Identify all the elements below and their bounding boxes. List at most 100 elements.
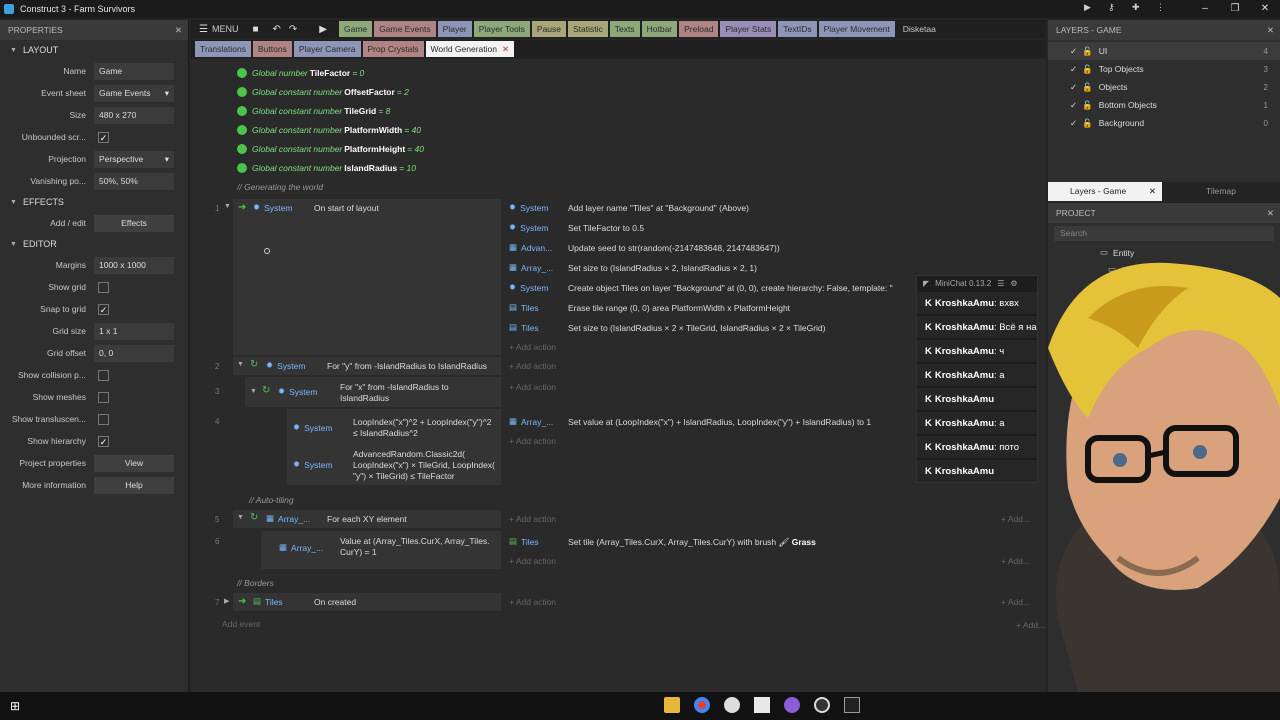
- layer-item[interactable]: ✓ 🔓 Objects 2: [1048, 78, 1280, 96]
- file-explorer-icon[interactable]: [664, 697, 680, 713]
- lock-icon[interactable]: 🔓: [1082, 118, 1093, 129]
- property-input[interactable]: Game: [94, 62, 174, 80]
- tabs-overflow[interactable]: Disketaa: [903, 24, 936, 34]
- sheet-tab[interactable]: Player Stats: [720, 21, 777, 37]
- collapse-icon[interactable]: ▼: [224, 203, 231, 210]
- global-variable[interactable]: Global constant number OffsetFactor = 2: [191, 82, 1046, 101]
- lock-icon[interactable]: 🔓: [1082, 64, 1093, 75]
- lock-icon[interactable]: 🔓: [1082, 100, 1093, 111]
- add-action-link[interactable]: + Add action: [509, 382, 556, 392]
- sheet-tab[interactable]: Translations: [195, 41, 251, 57]
- property-checkbox[interactable]: [98, 369, 109, 381]
- global-variable[interactable]: Global constant number TileGrid = 8: [191, 101, 1046, 120]
- close-icon[interactable]: ✕: [502, 44, 509, 54]
- project-search-input[interactable]: Search: [1054, 226, 1274, 241]
- sheet-tab[interactable]: Game: [339, 21, 373, 37]
- add-action-link[interactable]: + Add action: [509, 436, 556, 446]
- close-icon[interactable]: ✕: [1250, 0, 1280, 18]
- sheet-tab[interactable]: Game Events: [374, 21, 436, 37]
- property-checkbox[interactable]: ✓: [98, 131, 109, 143]
- property-checkbox[interactable]: [98, 391, 109, 403]
- property-select[interactable]: Game Events ▾: [94, 84, 174, 102]
- event-block[interactable]: 2 ▼ ↻ ✹ System For "y" from -IslandRadius…: [191, 357, 1040, 487]
- redo-icon[interactable]: ↷: [289, 24, 297, 35]
- sheet-tab-active[interactable]: World Generation ✕: [425, 41, 515, 57]
- add-action-link[interactable]: + Add action: [509, 342, 556, 352]
- obs-icon[interactable]: [814, 697, 830, 713]
- menu-icon[interactable]: ☰: [199, 24, 208, 35]
- layer-item[interactable]: ✓ 🔓 Top Objects 3: [1048, 60, 1280, 78]
- minimize-icon[interactable]: –: [1190, 0, 1220, 18]
- add-subevent-link[interactable]: + Add...: [1016, 620, 1045, 630]
- global-variable[interactable]: Global constant number IslandRadius = 10: [191, 158, 1046, 177]
- layer-item[interactable]: ✓ 🔓 UI 4: [1048, 42, 1280, 60]
- sheet-tab[interactable]: Pause: [531, 21, 567, 37]
- gear-icon[interactable]: ⚙: [1010, 279, 1017, 288]
- close-icon[interactable]: ✕: [175, 25, 182, 36]
- sheet-tab[interactable]: Texts: [609, 21, 640, 37]
- add-subevent-link[interactable]: + Add...: [1001, 514, 1030, 524]
- tab-layers[interactable]: Layers - Game ✕: [1048, 182, 1162, 201]
- expand-icon[interactable]: ▶: [224, 597, 229, 605]
- sheet-tab[interactable]: Player: [437, 21, 472, 37]
- add-subevent-link[interactable]: + Add...: [1001, 597, 1030, 607]
- add-action-link[interactable]: + Add action: [509, 556, 556, 566]
- layout-section[interactable]: ▼ LAYOUT: [0, 40, 188, 60]
- sheet-tab[interactable]: Player Camera: [293, 41, 361, 57]
- property-checkbox[interactable]: [98, 413, 109, 425]
- add-action-link[interactable]: + Add action: [509, 597, 556, 607]
- sheet-tab[interactable]: TextIDs: [778, 21, 817, 37]
- collapse-icon[interactable]: ▼: [237, 361, 244, 368]
- terminal-icon[interactable]: [844, 697, 860, 713]
- editor-section[interactable]: ▼ EDITOR: [0, 234, 188, 254]
- puzzle-icon[interactable]: ✚: [1132, 2, 1156, 13]
- add-action-link[interactable]: + Add action: [509, 514, 556, 524]
- visibility-checkbox[interactable]: ✓: [1070, 82, 1077, 93]
- sheet-tab[interactable]: Hotbar: [641, 21, 678, 37]
- comment[interactable]: // Generating the world: [191, 177, 1046, 196]
- visibility-checkbox[interactable]: ✓: [1070, 118, 1077, 129]
- notepad-icon[interactable]: [754, 697, 770, 713]
- more-icon[interactable]: ⋮: [1156, 2, 1180, 13]
- play-icon[interactable]: ▶: [1084, 2, 1108, 13]
- event-block[interactable]: 5 ▼ ↻ ▦ Array_... For each XY element + A…: [191, 510, 1040, 572]
- save-icon[interactable]: ■: [252, 24, 258, 35]
- property-input[interactable]: 0, 0: [94, 344, 174, 362]
- menu-icon[interactable]: ☰: [997, 279, 1004, 288]
- property-button[interactable]: Help: [94, 476, 174, 494]
- sheet-tab[interactable]: Player Tools: [473, 21, 530, 37]
- close-icon[interactable]: ✕: [1267, 25, 1274, 36]
- property-select[interactable]: Perspective ▾: [94, 150, 174, 168]
- property-checkbox[interactable]: [98, 281, 109, 293]
- effects-button[interactable]: Effects: [94, 214, 174, 232]
- visibility-checkbox[interactable]: ✓: [1070, 46, 1077, 57]
- property-input[interactable]: 480 x 270: [94, 106, 174, 124]
- property-checkbox[interactable]: ✓: [98, 303, 109, 315]
- global-variable[interactable]: Global number TileFactor = 0: [191, 63, 1046, 82]
- close-icon[interactable]: ✕: [1149, 182, 1156, 201]
- global-variable[interactable]: Global constant number PlatformHeight = 40: [191, 139, 1046, 158]
- menu-button[interactable]: MENU: [212, 24, 239, 34]
- property-input[interactable]: 1000 x 1000: [94, 256, 174, 274]
- sheet-tab[interactable]: Prop Crystals: [362, 41, 424, 57]
- tab-tilemap[interactable]: Tilemap: [1162, 182, 1280, 201]
- undo-icon[interactable]: ↶: [273, 24, 281, 35]
- key-icon[interactable]: ⚷: [1108, 2, 1132, 13]
- add-event-link[interactable]: Add event: [222, 619, 260, 629]
- github-icon[interactable]: [784, 697, 800, 713]
- play-icon[interactable]: ▶: [319, 24, 327, 35]
- sheet-tab[interactable]: Buttons: [252, 41, 292, 57]
- visibility-checkbox[interactable]: ✓: [1070, 100, 1077, 111]
- property-button[interactable]: View: [94, 454, 174, 472]
- lock-icon[interactable]: 🔓: [1082, 46, 1093, 57]
- comment[interactable]: // Auto-tiling: [203, 490, 294, 509]
- sheet-tab[interactable]: Statistic: [568, 21, 608, 37]
- property-input[interactable]: 50%, 50%: [94, 172, 174, 190]
- lock-icon[interactable]: 🔓: [1082, 82, 1093, 93]
- comment[interactable]: // Borders: [191, 573, 274, 592]
- global-variable[interactable]: Global constant number PlatformWidth = 40: [191, 120, 1046, 139]
- visibility-checkbox[interactable]: ✓: [1070, 64, 1077, 75]
- sheet-tab[interactable]: Player Movement: [818, 21, 895, 37]
- property-checkbox[interactable]: ✓: [98, 435, 109, 447]
- collapse-icon[interactable]: ▼: [237, 514, 244, 521]
